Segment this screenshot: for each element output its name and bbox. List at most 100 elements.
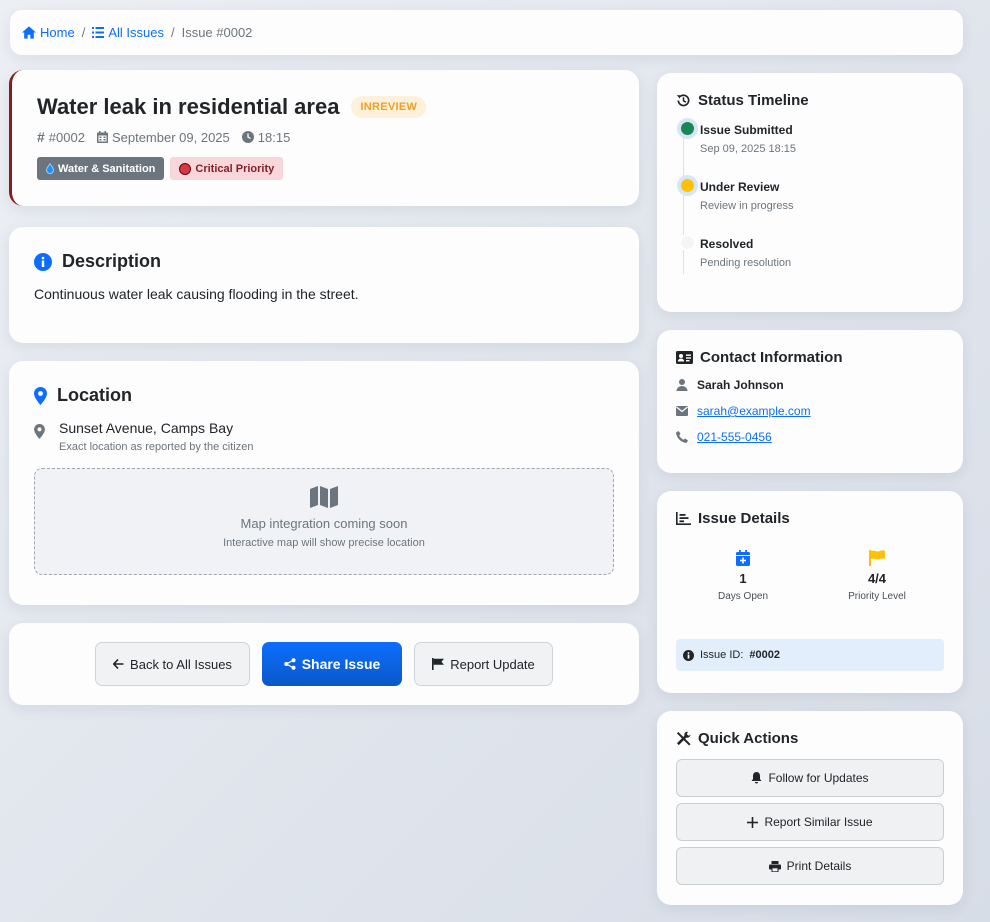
timeline-dot-pending — [681, 236, 694, 249]
map-placeholder-subtext: Interactive map will show precise locati… — [223, 537, 425, 549]
map-pin-icon — [34, 386, 47, 405]
map-placeholder-text: Map integration coming soon — [240, 516, 408, 531]
quick-actions-card: Quick Actions Follow for Updates Report … — [657, 711, 963, 905]
page-title: Water leak in residential area — [37, 94, 340, 119]
issue-id-box: Issue ID: #0002 — [676, 639, 944, 671]
follow-button-label: Follow for Updates — [768, 771, 869, 785]
priority-level-value: 4/4 — [867, 571, 887, 586]
flag-icon — [432, 658, 445, 670]
id-card-icon — [676, 351, 693, 364]
report-button-label: Report Update — [450, 656, 535, 672]
issue-date-text: September 09, 2025 — [111, 129, 230, 145]
quick-actions-title: Quick Actions — [698, 730, 799, 747]
report-similar-button-label: Report Similar Issue — [764, 815, 873, 829]
red-circle-icon — [179, 162, 192, 175]
contact-information-card: Contact Information Sarah Johnson sarah@… — [657, 330, 963, 473]
bell-icon — [751, 772, 762, 784]
priority-tag: Critical Priority — [170, 157, 284, 180]
timeline-dot-completed — [681, 122, 694, 135]
share-button-label: Share Issue — [301, 656, 381, 672]
issue-date: September 09, 2025 — [96, 129, 230, 145]
status-timeline-card: Status Timeline Issue Submitted Sep 09, … — [657, 73, 963, 312]
issue-details-card: Issue Details 1 Days Open 4/4 Priority L… — [657, 491, 963, 693]
back-to-all-issues-button[interactable]: Back to All Issues — [95, 642, 250, 686]
info-circle-icon — [34, 252, 52, 271]
calendar-icon — [96, 131, 108, 143]
location-title: Location — [57, 385, 132, 405]
description-text: Continuous water leak causing flooding i… — [34, 286, 359, 302]
timeline-item-title: Under Review — [700, 180, 780, 194]
actions-card: Back to All Issues Share Issue Report Up… — [9, 623, 639, 705]
print-details-button[interactable]: Print Details — [676, 847, 944, 885]
share-issue-button[interactable]: Share Issue — [262, 642, 402, 686]
info-circle-icon — [683, 649, 694, 661]
timeline-item-title: Issue Submitted — [700, 123, 793, 137]
timeline-item: Resolved Pending resolution — [681, 234, 944, 291]
phone-icon — [676, 431, 688, 443]
description-card: Description Continuous water leak causin… — [9, 227, 639, 343]
description-title: Description — [62, 251, 162, 271]
timeline-item: Issue Submitted Sep 09, 2025 18:15 — [681, 120, 944, 177]
contact-email-link[interactable]: sarah@example.com — [697, 404, 811, 418]
location-note: Exact location as reported by the citize… — [59, 441, 254, 453]
flag-icon — [869, 550, 885, 566]
days-open-value: 1 — [739, 571, 747, 586]
issue-id-label: Issue ID: — [700, 649, 744, 661]
list-icon — [92, 27, 105, 38]
breadcrumb-home-label: Home — [40, 25, 75, 40]
category-tag-label: Water & Sanitation — [58, 162, 156, 175]
chart-bar-icon — [676, 512, 691, 525]
tools-icon — [676, 731, 691, 746]
timeline-line — [683, 128, 684, 274]
breadcrumb-current: Issue #0002 — [181, 25, 253, 40]
category-tag: Water & Sanitation — [37, 157, 165, 180]
contact-phone-row: 021-555-0456 — [676, 430, 944, 444]
status-badge: INREVIEW — [351, 96, 427, 118]
print-button-label: Print Details — [786, 859, 852, 873]
priority-tag-label: Critical Priority — [195, 162, 275, 175]
location-marker-icon — [34, 424, 45, 439]
timeline-dot-active — [681, 179, 694, 192]
contact-phone-link[interactable]: 021-555-0456 — [697, 430, 772, 444]
breadcrumb-home-link[interactable]: Home — [22, 25, 75, 40]
back-button-label: Back to All Issues — [130, 656, 232, 672]
breadcrumb-all-issues-label: All Issues — [108, 25, 164, 40]
share-icon — [283, 658, 296, 670]
issue-details-title: Issue Details — [698, 510, 790, 527]
timeline-item-subtitle: Review in progress — [700, 200, 794, 212]
timeline-item-subtitle: Pending resolution — [700, 257, 792, 269]
location-address: Sunset Avenue, Camps Bay — [59, 420, 234, 436]
home-icon — [22, 26, 36, 39]
timeline-item: Under Review Review in progress — [681, 177, 944, 234]
arrow-left-icon — [113, 659, 124, 669]
timeline-list: Issue Submitted Sep 09, 2025 18:15 Under… — [676, 120, 944, 291]
plus-icon — [747, 816, 759, 828]
contact-title: Contact Information — [700, 349, 843, 366]
issue-number-text: #0002 — [48, 129, 85, 145]
hashtag-icon: # — [37, 129, 45, 145]
follow-for-updates-button[interactable]: Follow for Updates — [676, 759, 944, 797]
issue-header-card: Water leak in residential area INREVIEW … — [9, 70, 639, 206]
breadcrumb-all-issues-link[interactable]: All Issues — [92, 25, 164, 40]
issue-number: # #0002 — [37, 129, 85, 145]
calendar-plus-icon — [736, 550, 750, 566]
issue-time: 18:15 — [241, 130, 290, 145]
contact-name: Sarah Johnson — [697, 378, 784, 392]
report-similar-issue-button[interactable]: Report Similar Issue — [676, 803, 944, 841]
contact-email-row: sarah@example.com — [676, 404, 944, 418]
printer-icon — [768, 860, 781, 872]
envelope-icon — [676, 406, 688, 416]
issue-id-value: #0002 — [749, 649, 780, 661]
user-icon — [676, 379, 688, 391]
droplet-icon — [46, 163, 54, 174]
report-update-button[interactable]: Report Update — [414, 642, 553, 686]
map-placeholder: Map integration coming soon Interactive … — [34, 468, 614, 575]
contact-name-row: Sarah Johnson — [676, 378, 944, 392]
priority-level-stat: 4/4 Priority Level — [810, 550, 944, 602]
priority-level-label: Priority Level — [848, 591, 906, 602]
breadcrumb-separator: / — [81, 25, 86, 40]
location-card: Location Sunset Avenue, Camps Bay Exact … — [9, 361, 639, 605]
clock-icon — [241, 131, 254, 143]
breadcrumb-separator: / — [170, 25, 175, 40]
days-open-label: Days Open — [717, 591, 769, 602]
